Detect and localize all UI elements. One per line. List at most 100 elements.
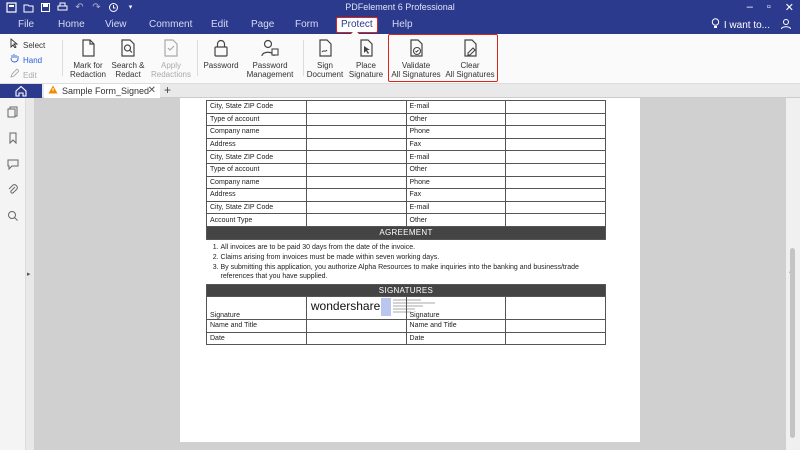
- new-tab-icon[interactable]: +: [164, 84, 171, 97]
- window-controls: – ▫ ✕: [747, 1, 794, 14]
- document-tabs: Sample Form_Signed ✕ +: [0, 84, 800, 98]
- signatures-header: SIGNATURES: [206, 283, 606, 298]
- select-tool[interactable]: Select: [10, 38, 45, 53]
- tab-form[interactable]: Form: [291, 18, 322, 32]
- form-field[interactable]: [505, 112, 606, 127]
- window-title: PDFelement 6 Professional: [345, 2, 455, 12]
- lock-icon: [214, 39, 228, 57]
- form-field[interactable]: [505, 100, 606, 114]
- left-panel-toggle[interactable]: ▸: [26, 98, 34, 450]
- form-field[interactable]: [305, 150, 407, 164]
- password-management-icon: [261, 39, 279, 57]
- left-sidebar: [0, 98, 26, 450]
- scrollbar-thumb[interactable]: [790, 248, 795, 438]
- form-field[interactable]: [305, 188, 407, 202]
- form-field[interactable]: [305, 331, 407, 346]
- user-icon[interactable]: [780, 18, 792, 30]
- form-field[interactable]: [505, 125, 606, 139]
- select-tool-label: Select: [23, 40, 46, 50]
- document-tab[interactable]: Sample Form_Signed ✕: [44, 84, 160, 98]
- tab-comment[interactable]: Comment: [145, 18, 196, 32]
- form-table: City, State ZIP Code E-mail Type of accou…: [206, 100, 606, 346]
- form-field[interactable]: [305, 200, 407, 215]
- hand-tool[interactable]: Hand: [10, 53, 45, 68]
- form-field[interactable]: [305, 213, 407, 227]
- thumbnails-icon[interactable]: [7, 106, 19, 118]
- signature-brand: wondershare: [310, 299, 381, 314]
- tell-me-search[interactable]: I want to...: [711, 18, 770, 32]
- close-tab-icon[interactable]: ✕: [148, 84, 156, 98]
- table-row: Company name Phone: [206, 175, 606, 190]
- apply-redactions-button[interactable]: Apply Redactions: [150, 38, 192, 79]
- form-field[interactable]: [505, 319, 606, 333]
- sign-document-button[interactable]: Sign Document: [305, 38, 345, 79]
- table-row: Company name Phone: [206, 125, 606, 139]
- form-field[interactable]: [505, 188, 606, 202]
- list-item: All invoices are to be paid 30 days from…: [221, 243, 606, 252]
- attachment-icon[interactable]: [7, 184, 19, 196]
- ribbon-divider: [303, 40, 304, 76]
- table-row: City, State ZIP Code E-mail: [206, 100, 606, 114]
- form-field[interactable]: [505, 200, 606, 215]
- table-row: Address Fax: [206, 188, 606, 202]
- table-row: Account Type Other: [206, 213, 606, 227]
- form-field[interactable]: [505, 331, 606, 346]
- form-field[interactable]: [305, 125, 407, 139]
- digital-signature[interactable]: wondershare: [307, 297, 435, 319]
- form-field[interactable]: [305, 319, 407, 333]
- search-redact-button[interactable]: Search & Redact: [110, 38, 146, 79]
- form-field[interactable]: [505, 213, 606, 227]
- close-icon[interactable]: ✕: [785, 1, 794, 14]
- tab-file[interactable]: File: [14, 18, 38, 32]
- bookmark-icon[interactable]: [7, 132, 19, 145]
- search-redact-icon: [121, 39, 135, 57]
- tab-page[interactable]: Page: [247, 18, 278, 32]
- table-row: Signature wondershare Signature: [206, 296, 606, 321]
- home-button[interactable]: [0, 84, 42, 98]
- tab-home[interactable]: Home: [54, 18, 89, 32]
- form-field[interactable]: [305, 137, 407, 152]
- maximize-icon[interactable]: ▫: [767, 1, 771, 14]
- edit-icon: [10, 68, 20, 83]
- form-field[interactable]: [505, 175, 606, 190]
- comment-icon[interactable]: [7, 158, 19, 171]
- minimize-icon[interactable]: –: [747, 1, 753, 14]
- list-item: By submitting this application, you auth…: [221, 263, 606, 281]
- expand-left-icon[interactable]: ▸: [27, 270, 31, 278]
- cursor-icon: [10, 38, 19, 53]
- tell-me-label: I want to...: [723, 19, 770, 31]
- form-field[interactable]: [305, 162, 407, 177]
- list-item: Claims arising from invoices must be mad…: [221, 253, 606, 262]
- table-row: Address Fax: [206, 137, 606, 152]
- form-field[interactable]: [305, 175, 407, 190]
- table-row: City, State ZIP Code E-mail: [206, 150, 606, 164]
- password-management-button[interactable]: Password Management: [244, 38, 296, 79]
- form-field[interactable]: [505, 162, 606, 177]
- ribbon-divider: [197, 40, 198, 76]
- place-signature-icon: [360, 39, 373, 57]
- lightbulb-icon: [711, 18, 720, 32]
- form-field[interactable]: [305, 100, 407, 114]
- tab-help[interactable]: Help: [388, 18, 417, 32]
- hand-icon: [10, 53, 19, 68]
- password-button[interactable]: Password: [202, 38, 240, 70]
- mark-for-redaction-button[interactable]: Mark for Redaction: [68, 38, 108, 79]
- ribbon-divider: [62, 40, 63, 76]
- form-field[interactable]: [305, 112, 407, 127]
- table-row: Type of account Other: [206, 112, 606, 127]
- tab-view[interactable]: View: [101, 18, 131, 32]
- hand-tool-label: Hand: [23, 55, 43, 65]
- signature-buttons-highlight: [388, 34, 498, 82]
- vertical-scrollbar[interactable]: ◂: [786, 98, 800, 450]
- signature-field[interactable]: [505, 296, 606, 321]
- form-field[interactable]: [505, 137, 606, 152]
- edit-tool[interactable]: Edit: [10, 68, 45, 83]
- table-row: Date Date: [206, 331, 606, 346]
- title-bar: ↶ ↷ ▾ PDFelement 6 Professional – ▫ ✕: [0, 0, 800, 16]
- search-icon[interactable]: [7, 210, 19, 222]
- tab-edit[interactable]: Edit: [207, 18, 232, 32]
- form-field[interactable]: [505, 150, 606, 164]
- place-signature-button[interactable]: Place Signature: [347, 38, 385, 79]
- signature-field[interactable]: wondershare: [305, 296, 435, 321]
- signature-details: [392, 299, 443, 316]
